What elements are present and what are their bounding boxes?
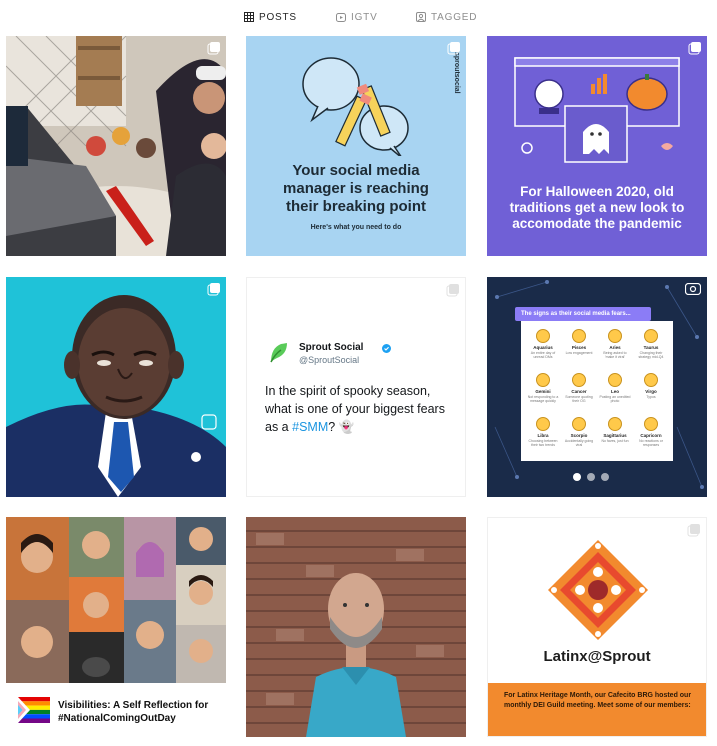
- sign-desc: Changing their strategy mid-Q4: [638, 351, 664, 359]
- sign-desc: Someone quoting their OG: [565, 395, 593, 403]
- post-tile-4[interactable]: [6, 277, 226, 497]
- sign-item: Pisces Low engagement: [563, 329, 595, 355]
- post-tile-2[interactable]: sproutsocial Your social media manager i…: [246, 36, 466, 256]
- tab-tagged-label: TAGGED: [431, 11, 478, 23]
- sign-item: Scorpio Accidentally going viral: [563, 417, 595, 447]
- signs-card: Aquarius An entire day of unread DMs Pisce…: [521, 321, 673, 461]
- emoji-icon: [608, 329, 622, 343]
- post-tile-3[interactable]: For Halloween 2020, old traditions get a…: [487, 36, 707, 256]
- pencils-illustration: [302, 57, 409, 156]
- emoji-icon: [536, 329, 550, 343]
- collage-photo: [6, 517, 226, 683]
- sign-desc: Not responding to a message quickly: [527, 395, 559, 403]
- sign-desc: Accidentally going viral: [564, 439, 594, 447]
- emoji-icon: [572, 417, 586, 431]
- post-3-title: For Halloween 2020, old traditions get a…: [509, 184, 685, 231]
- igtv-video-icon: [685, 283, 701, 295]
- emoji-icon: [572, 329, 586, 343]
- hashtag-link[interactable]: #SMM: [292, 420, 328, 434]
- post-tile-8[interactable]: [246, 517, 466, 737]
- sign-item: Taurus Changing their strategy mid-Q4: [635, 329, 667, 359]
- tab-posts[interactable]: POSTS: [244, 10, 297, 24]
- carousel-icon: [446, 284, 459, 297]
- carousel-icon: [688, 42, 701, 55]
- sign-desc: Posting an unedited photo: [599, 395, 631, 403]
- emoji-icon: [644, 329, 658, 343]
- sign-desc: Choosing between their two trends: [528, 439, 558, 447]
- carousel-icon: [207, 42, 220, 55]
- post-tile-6[interactable]: The signs as their social media fears...…: [487, 277, 707, 497]
- sign-desc: Low engagement: [565, 351, 593, 355]
- sign-item: Aries Being asked to 'make it viral': [599, 329, 631, 359]
- emoji-icon: [608, 373, 622, 387]
- grid-icon: [244, 12, 254, 22]
- sign-desc: Typos: [646, 395, 656, 399]
- tab-igtv-label: IGTV: [351, 11, 378, 23]
- portrait-illustration: [6, 277, 226, 497]
- brand-label: sproutsocial: [453, 52, 460, 94]
- tab-tagged[interactable]: TAGGED: [416, 10, 477, 24]
- tweet-tail: ? 👻: [328, 420, 355, 434]
- post-7-caption: Visibilities: A Self Reflection for #Nat…: [58, 700, 209, 724]
- igtv-icon: [336, 13, 346, 22]
- signs-header: The signs as their social media fears...: [515, 307, 651, 321]
- sign-desc: An entire day of unread DMs: [530, 351, 556, 359]
- tweet-text: In the spirit of spooky season, what is …: [265, 382, 457, 436]
- sign-item: Capricorn No reactions or responses: [635, 417, 667, 447]
- verified-icon: [382, 344, 391, 353]
- sign-item: Gemini Not responding to a message quickl…: [527, 373, 559, 403]
- sprout-logo-icon: [270, 343, 287, 363]
- sign-item: Libra Choosing between their two trends: [527, 417, 559, 447]
- tab-igtv[interactable]: IGTV: [336, 10, 378, 24]
- post-9-title: Latinx@Sprout: [543, 648, 651, 665]
- sign-item: Cancer Someone quoting their OG: [563, 373, 595, 403]
- pride-flag-icon: [18, 697, 50, 723]
- sign-desc: No faves, just fun: [601, 439, 629, 443]
- post-tile-9[interactable]: Latinx@Sprout For Latinx Heritage Month,…: [487, 517, 707, 737]
- tab-posts-label: POSTS: [259, 11, 297, 23]
- carousel-icon: [687, 524, 700, 537]
- carousel-icon: [447, 42, 460, 55]
- tagged-icon: [416, 12, 426, 22]
- post-2-subtitle: Here's what you need to do: [310, 224, 402, 231]
- carousel-dots: [573, 473, 609, 481]
- sign-desc: Being asked to 'make it viral': [603, 351, 627, 359]
- dot-2: [587, 473, 595, 481]
- sign-item: Virgo Typos: [635, 373, 667, 399]
- sign-item: Leo Posting an unedited photo: [599, 373, 631, 403]
- post-9-band-text: For Latinx Heritage Month, our Cafecito …: [504, 692, 692, 709]
- papel-picado-icon: [548, 540, 648, 640]
- post-tile-1[interactable]: [6, 36, 226, 256]
- post-9-band: For Latinx Heritage Month, our Cafecito …: [488, 683, 706, 736]
- sign-item: Sagittarius No faves, just fun: [599, 417, 631, 443]
- post-2-title: Your social media manager is reaching th…: [283, 162, 429, 215]
- caption-bar: Visibilities: A Self Reflection for #Nat…: [6, 683, 226, 737]
- account-handle: @SproutSocial: [299, 355, 360, 365]
- dot-3: [601, 473, 609, 481]
- profile-tabs: POSTS IGTV TAGGED: [0, 0, 717, 34]
- emoji-icon: [644, 417, 658, 431]
- carousel-icon: [207, 283, 220, 296]
- sign-item: Aquarius An entire day of unread DMs: [527, 329, 559, 359]
- sign-desc: No reactions or responses: [639, 439, 663, 447]
- emoji-icon: [536, 417, 550, 431]
- post-tile-7[interactable]: Visibilities: A Self Reflection for #Nat…: [6, 517, 226, 737]
- post-tile-5[interactable]: Sprout Social @SproutSocial In the spiri…: [246, 277, 466, 497]
- halloween-illustration: [514, 57, 680, 163]
- dot-1: [573, 473, 581, 481]
- emoji-icon: [536, 373, 550, 387]
- post-photo-1: [6, 36, 226, 256]
- emoji-icon: [572, 373, 586, 387]
- emoji-icon: [608, 417, 622, 431]
- emoji-icon: [644, 373, 658, 387]
- account-name: Sprout Social: [299, 342, 364, 353]
- portrait-photo: [246, 517, 466, 737]
